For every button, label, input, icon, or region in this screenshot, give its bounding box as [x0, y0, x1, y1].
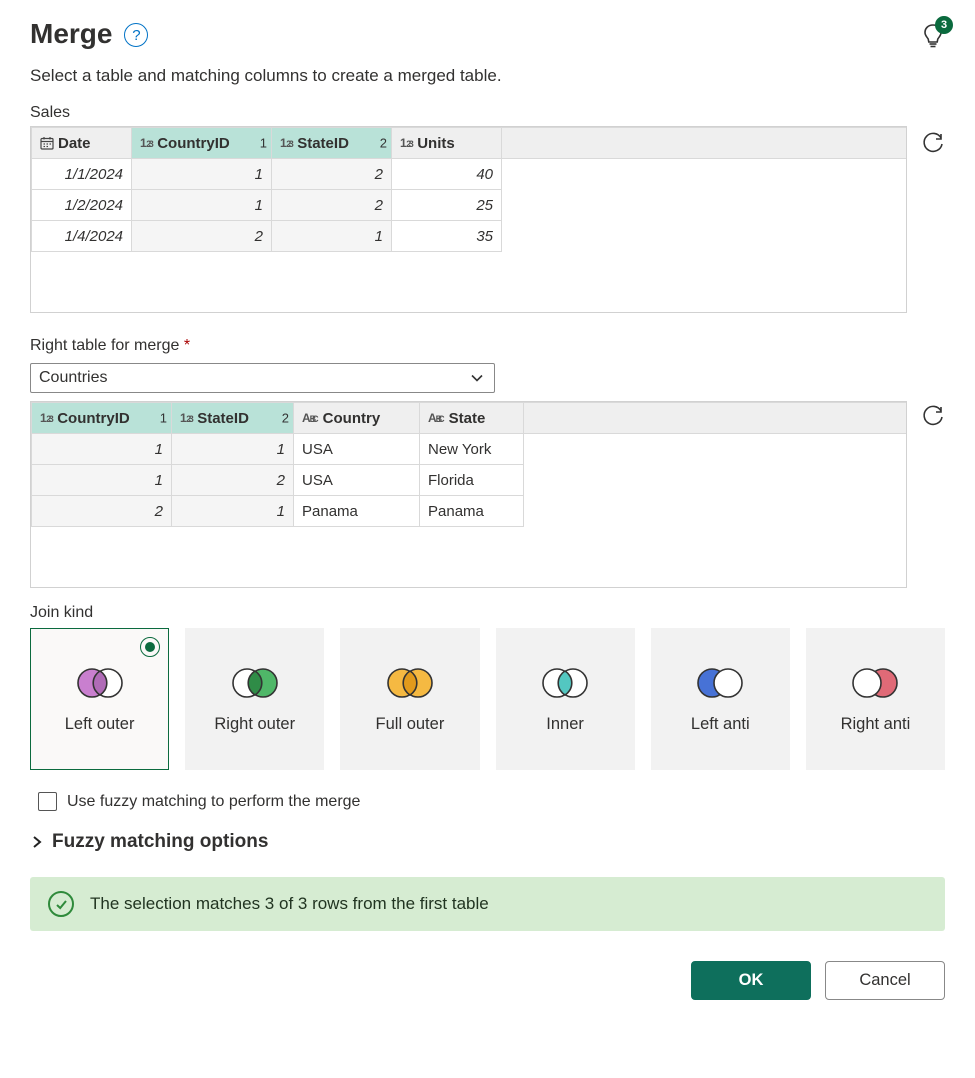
table-row[interactable]: 1/2/2024 1 2 25: [32, 190, 907, 221]
col-date[interactable]: Date: [32, 128, 132, 159]
number-type-icon: 123: [140, 136, 153, 150]
join-option-inner[interactable]: Inner: [496, 628, 635, 770]
venn-left-anti-icon: [692, 665, 748, 701]
col-country[interactable]: ABC Country: [294, 403, 420, 434]
right-table-select[interactable]: Countries: [30, 363, 495, 393]
chevron-right-icon: [30, 835, 44, 849]
col-stateid[interactable]: 123 StateID 2: [172, 403, 294, 434]
dialog-title: Merge: [30, 18, 112, 50]
col-units[interactable]: 123 Units: [392, 128, 502, 159]
ok-button[interactable]: OK: [691, 961, 811, 1000]
fuzzy-options-expander[interactable]: Fuzzy matching options: [30, 831, 945, 853]
left-table-label: Sales: [30, 104, 945, 122]
right-table-select-label: Right table for merge *: [30, 337, 945, 355]
chevron-down-icon: [470, 371, 484, 385]
join-option-right-outer[interactable]: Right outer: [185, 628, 324, 770]
number-type-icon: 123: [400, 136, 413, 150]
join-kind-label: Join kind: [30, 604, 945, 622]
venn-right-anti-icon: [847, 665, 903, 701]
check-circle-icon: [48, 891, 74, 917]
table-row[interactable]: 2 1 Panama Panama: [32, 496, 907, 527]
venn-left-outer-icon: [72, 665, 128, 701]
col-countryid[interactable]: 123 CountryID 1: [132, 128, 272, 159]
number-type-icon: 123: [40, 411, 53, 425]
join-option-full-outer[interactable]: Full outer: [340, 628, 479, 770]
col-countryid[interactable]: 123 CountryID 1: [32, 403, 172, 434]
refresh-right-icon[interactable]: [921, 405, 945, 429]
table-row[interactable]: 1/4/2024 2 1 35: [32, 221, 907, 252]
calendar-icon: [40, 136, 54, 150]
dialog-subtitle: Select a table and matching columns to c…: [30, 66, 945, 86]
table-row[interactable]: 1 1 USA New York: [32, 434, 907, 465]
fuzzy-checkbox-label: Use fuzzy matching to perform the merge: [67, 793, 360, 811]
tips-badge: 3: [935, 16, 953, 34]
number-type-icon: 123: [280, 136, 293, 150]
text-type-icon: ABC: [428, 411, 445, 425]
left-table[interactable]: Date 123 CountryID 1 123 StateID 2 123: [31, 127, 906, 312]
venn-full-outer-icon: [382, 665, 438, 701]
join-option-right-anti[interactable]: Right anti: [806, 628, 945, 770]
venn-right-outer-icon: [227, 665, 283, 701]
venn-inner-icon: [537, 665, 593, 701]
col-state[interactable]: ABC State: [420, 403, 524, 434]
table-row[interactable]: 1 2 USA Florida: [32, 465, 907, 496]
number-type-icon: 123: [180, 411, 193, 425]
table-row[interactable]: 1/1/2024 1 2 40: [32, 159, 907, 190]
join-option-left-anti[interactable]: Left anti: [651, 628, 790, 770]
fuzzy-checkbox[interactable]: [38, 792, 57, 811]
col-stateid[interactable]: 123 StateID 2: [272, 128, 392, 159]
help-icon[interactable]: ?: [124, 23, 148, 47]
radio-selected-icon: [140, 637, 160, 657]
cancel-button[interactable]: Cancel: [825, 961, 945, 1000]
text-type-icon: ABC: [302, 411, 319, 425]
refresh-left-icon[interactable]: [921, 132, 945, 156]
join-option-left-outer[interactable]: Left outer: [30, 628, 169, 770]
right-table[interactable]: 123 CountryID 1 123 StateID 2 ABC Countr…: [31, 402, 906, 587]
match-status: The selection matches 3 of 3 rows from t…: [30, 877, 945, 931]
tips-icon[interactable]: 3: [921, 22, 945, 48]
